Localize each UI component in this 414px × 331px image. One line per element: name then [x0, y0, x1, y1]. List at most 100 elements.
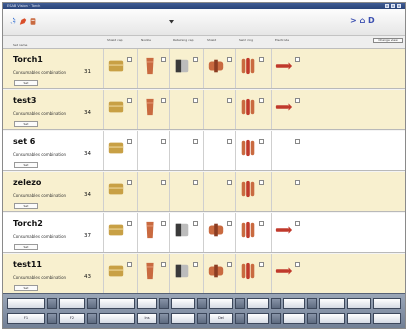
- part-select-checkbox[interactable]: [193, 262, 198, 267]
- function-button[interactable]: [87, 313, 97, 324]
- function-button[interactable]: [235, 298, 245, 309]
- function-button[interactable]: [347, 313, 371, 324]
- function-button[interactable]: [235, 313, 245, 324]
- function-button[interactable]: [283, 298, 305, 309]
- function-button[interactable]: [247, 313, 269, 324]
- swirl-ring-part[interactable]: [239, 262, 257, 282]
- function-button[interactable]: [99, 298, 135, 309]
- select-set-button[interactable]: Set: [14, 244, 38, 250]
- shield-cap-part[interactable]: [107, 180, 125, 200]
- shield-part[interactable]: [207, 57, 225, 77]
- swirl-ring-part[interactable]: [239, 221, 257, 241]
- function-button[interactable]: [159, 313, 169, 324]
- table-row[interactable]: set 6 Consumables combination 34 Set: [3, 131, 405, 171]
- electrode-part[interactable]: [275, 262, 293, 282]
- function-button[interactable]: [47, 298, 57, 309]
- maximize-button[interactable]: [391, 4, 395, 8]
- part-select-checkbox[interactable]: [259, 57, 264, 62]
- navigation-controls[interactable]: > ⌂ D: [350, 16, 375, 25]
- electrode-part[interactable]: [275, 57, 293, 77]
- minimize-button[interactable]: [385, 4, 389, 8]
- function-button[interactable]: [99, 313, 135, 324]
- function-button[interactable]: [7, 298, 45, 309]
- function-button[interactable]: [307, 313, 317, 324]
- function-button[interactable]: [87, 298, 97, 309]
- part-select-checkbox[interactable]: [295, 57, 300, 62]
- part-select-checkbox[interactable]: [193, 221, 198, 226]
- part-select-checkbox[interactable]: [259, 221, 264, 226]
- shield-cap-part[interactable]: [107, 139, 125, 159]
- swirl-ring-part[interactable]: [239, 180, 257, 200]
- function-button[interactable]: [283, 313, 305, 324]
- swirl-ring-part[interactable]: [239, 57, 257, 77]
- part-select-checkbox[interactable]: [227, 262, 232, 267]
- function-button[interactable]: [171, 313, 195, 324]
- function-button[interactable]: [159, 298, 169, 309]
- part-select-checkbox[interactable]: [161, 98, 166, 103]
- function-button[interactable]: [197, 298, 207, 309]
- shield-cap-part[interactable]: [107, 98, 125, 118]
- edit-icon[interactable]: [19, 17, 27, 26]
- part-select-checkbox[interactable]: [193, 57, 198, 62]
- table-row[interactable]: test3 Consumables combination 34 Set: [3, 90, 405, 130]
- function-button-del[interactable]: Del: [209, 313, 233, 324]
- function-button[interactable]: [373, 298, 401, 309]
- function-button[interactable]: [171, 298, 195, 309]
- function-button[interactable]: [347, 298, 371, 309]
- shield-part[interactable]: [207, 221, 225, 241]
- function-button-f2[interactable]: F2: [59, 313, 85, 324]
- table-row[interactable]: zelezo Consumables combination 34 Set: [3, 172, 405, 212]
- part-select-checkbox[interactable]: [127, 180, 132, 185]
- part-select-checkbox[interactable]: [259, 262, 264, 267]
- part-select-checkbox[interactable]: [295, 139, 300, 144]
- close-button[interactable]: [397, 4, 401, 8]
- part-select-checkbox[interactable]: [161, 180, 166, 185]
- part-select-checkbox[interactable]: [227, 221, 232, 226]
- table-row[interactable]: test11 Consumables combination 43 Set: [3, 254, 405, 294]
- part-select-checkbox[interactable]: [259, 180, 264, 185]
- part-select-checkbox[interactable]: [295, 262, 300, 267]
- table-row[interactable]: Torch2 Consumables combination 37 Set: [3, 213, 405, 253]
- nozzle-part[interactable]: [141, 262, 159, 282]
- shield-cap-part[interactable]: [107, 221, 125, 241]
- function-button[interactable]: [319, 313, 345, 324]
- shield-part[interactable]: [207, 262, 225, 282]
- part-select-checkbox[interactable]: [127, 262, 132, 267]
- function-button[interactable]: [137, 298, 157, 309]
- part-select-checkbox[interactable]: [227, 180, 232, 185]
- function-button-f1[interactable]: F1: [7, 313, 45, 324]
- consumable-icon[interactable]: [29, 17, 37, 26]
- part-select-checkbox[interactable]: [161, 57, 166, 62]
- part-select-checkbox[interactable]: [227, 98, 232, 103]
- shield-cap-part[interactable]: [107, 57, 125, 77]
- function-button[interactable]: [209, 298, 233, 309]
- part-select-checkbox[interactable]: [127, 139, 132, 144]
- part-select-checkbox[interactable]: [193, 139, 198, 144]
- table-row[interactable]: Torch1 Consumables combination 31 Set: [3, 49, 405, 89]
- part-select-checkbox[interactable]: [161, 262, 166, 267]
- part-select-checkbox[interactable]: [193, 98, 198, 103]
- electrode-part[interactable]: [275, 98, 293, 118]
- part-select-checkbox[interactable]: [161, 221, 166, 226]
- function-button[interactable]: [319, 298, 345, 309]
- part-select-checkbox[interactable]: [259, 98, 264, 103]
- part-select-checkbox[interactable]: [227, 57, 232, 62]
- part-select-checkbox[interactable]: [259, 139, 264, 144]
- select-set-button[interactable]: Set: [14, 162, 38, 168]
- part-select-checkbox[interactable]: [295, 180, 300, 185]
- select-set-button[interactable]: Set: [14, 203, 38, 209]
- refresh-icon[interactable]: [9, 17, 17, 26]
- part-select-checkbox[interactable]: [161, 139, 166, 144]
- change-view-button[interactable]: Change view: [373, 38, 403, 43]
- nozzle-part[interactable]: [141, 98, 159, 118]
- nozzle-part[interactable]: [141, 221, 159, 241]
- function-button-ins[interactable]: Ins: [137, 313, 157, 324]
- retaining-cap-part[interactable]: [173, 221, 191, 241]
- select-set-button[interactable]: Set: [14, 285, 38, 291]
- part-select-checkbox[interactable]: [127, 98, 132, 103]
- select-set-button[interactable]: Set: [14, 121, 38, 127]
- part-select-checkbox[interactable]: [295, 98, 300, 103]
- retaining-cap-part[interactable]: [173, 57, 191, 77]
- part-select-checkbox[interactable]: [193, 180, 198, 185]
- swirl-ring-part[interactable]: [239, 139, 257, 159]
